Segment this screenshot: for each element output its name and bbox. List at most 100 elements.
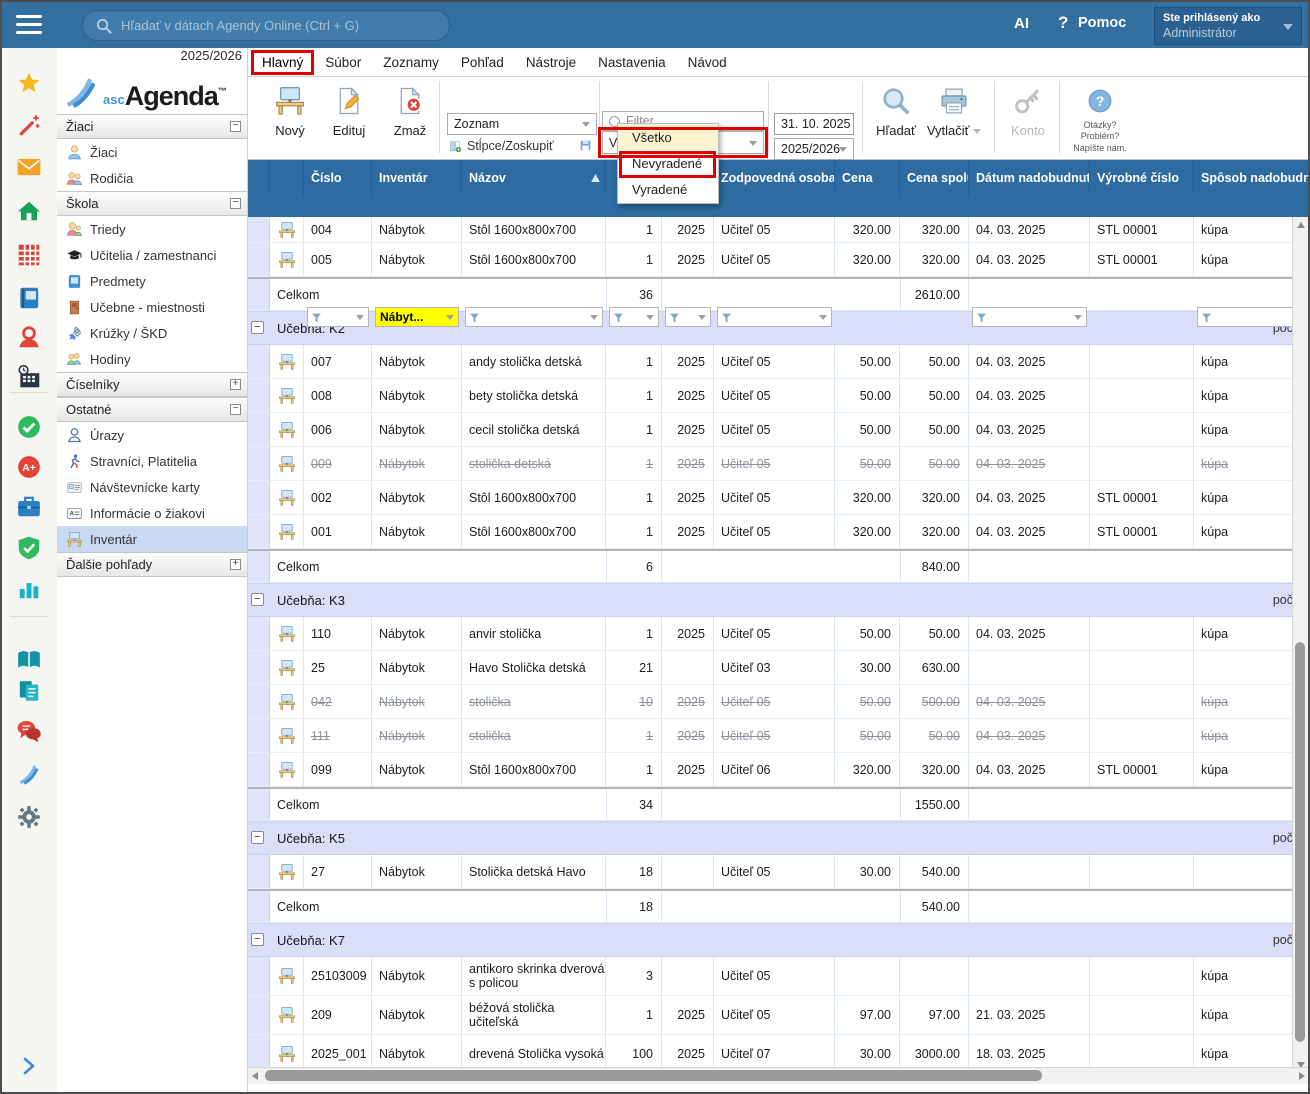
scroll-up-button[interactable] bbox=[1293, 217, 1308, 232]
sidebar-section-Ďalšie pohľady[interactable]: Ďalšie pohľady+ bbox=[57, 552, 247, 577]
sidebar-item-Krúžky / ŠKD[interactable]: Krúžky / ŠKD bbox=[57, 320, 247, 346]
star-icon[interactable] bbox=[16, 70, 43, 97]
columns-group-button[interactable]: Stĺpce/Zoskupiť bbox=[449, 139, 554, 153]
collapse-group-icon[interactable]: − bbox=[251, 321, 264, 334]
sidebar-item-Stravníci, Platitelia[interactable]: Stravníci, Platitelia bbox=[57, 448, 247, 474]
menu-Nástroje[interactable]: Nástroje bbox=[515, 51, 587, 74]
global-search-input[interactable]: Hľadať v dátach Agendy Online (Ctrl + G) bbox=[82, 10, 450, 41]
sidebar-section-Škola[interactable]: Škola− bbox=[57, 191, 247, 216]
sidebar-item-Triedy[interactable]: Triedy bbox=[57, 216, 247, 242]
filter-datum[interactable] bbox=[972, 307, 1087, 327]
help-question-icon[interactable]: ? bbox=[1058, 13, 1068, 33]
expand-box-icon[interactable]: + bbox=[230, 559, 241, 570]
column-header-sposob[interactable]: Spôsob nadobudnutia bbox=[1194, 160, 1309, 195]
year-select[interactable]: 2025/2026 bbox=[774, 138, 854, 160]
column-header-spolu[interactable]: Cena spolu bbox=[900, 160, 969, 195]
pages-icon[interactable] bbox=[16, 678, 43, 705]
menu-Zoznamy[interactable]: Zoznamy bbox=[372, 51, 450, 74]
help-button[interactable]: Pomoc bbox=[1078, 15, 1126, 31]
table-row[interactable]: 005NábytokStôl 1600x800x70012025Učiteľ 0… bbox=[247, 243, 1309, 277]
table-row[interactable]: 006Nábytokcecil stolička detská12025Učit… bbox=[247, 413, 1309, 447]
vertical-scrollbar[interactable] bbox=[1292, 217, 1308, 1072]
expand-box-icon[interactable]: + bbox=[230, 379, 241, 390]
filter-inventar[interactable]: Nábyt... bbox=[375, 307, 459, 327]
filter-sposob[interactable] bbox=[1197, 307, 1306, 327]
collapse-group-icon[interactable]: − bbox=[251, 593, 264, 606]
vertical-scroll-thumb[interactable] bbox=[1295, 642, 1305, 1042]
shield-icon[interactable] bbox=[16, 535, 43, 562]
sidebar-item-Rodičia[interactable]: Rodičia bbox=[57, 165, 247, 191]
table-row[interactable]: 110Nábytokanvir stolička12025Učiteľ 0550… bbox=[247, 617, 1309, 651]
table-row[interactable]: 099NábytokStôl 1600x800x70012025Učiteľ 0… bbox=[247, 753, 1309, 787]
mail-icon[interactable] bbox=[16, 154, 43, 181]
chat-icon[interactable] bbox=[16, 718, 43, 745]
column-header-cena[interactable]: Cena bbox=[835, 160, 900, 195]
column-header-cislo[interactable]: Číslo bbox=[304, 160, 372, 195]
collapse-box-icon[interactable]: − bbox=[230, 198, 241, 209]
gear-icon[interactable] bbox=[16, 804, 43, 831]
sidebar-item-Úrazy[interactable]: Úrazy bbox=[57, 422, 247, 448]
new-button[interactable]: Nový bbox=[261, 84, 319, 138]
table-row[interactable]: 042Nábytokstolička102025Učiteľ 0550.0050… bbox=[247, 685, 1309, 719]
table-row[interactable]: 25103009Nábytokantikoro skrinka dverová … bbox=[247, 957, 1309, 996]
table-row[interactable]: 008Nábytokbety stolička detská12025Učite… bbox=[247, 379, 1309, 413]
sidebar-item-Žiaci[interactable]: Žiaci bbox=[57, 139, 247, 165]
edit-button[interactable]: Edituj bbox=[320, 84, 378, 138]
timetable-icon[interactable] bbox=[16, 242, 43, 269]
table-row[interactable]: 111Nábytokstolička12025Učiteľ 0550.0050.… bbox=[247, 719, 1309, 753]
group-row[interactable]: −Učebňa: K3poč bbox=[247, 583, 1309, 617]
dropdown-option-Nevyradené[interactable]: Nevyradené bbox=[618, 150, 718, 176]
filter-rok[interactable] bbox=[665, 307, 711, 327]
table-row[interactable]: 004NábytokStôl 1600x800x70012025Učiteľ 0… bbox=[247, 217, 1309, 243]
account-button[interactable]: Konto bbox=[999, 84, 1057, 138]
sidebar-item-Učebne - miestnosti[interactable]: Učebne - miestnosti bbox=[57, 294, 247, 320]
filter-cislo[interactable] bbox=[307, 307, 369, 327]
dropdown-option-Všetko[interactable]: Všetko bbox=[618, 124, 718, 150]
table-row[interactable]: 27NábytokStolička detská Havo18Učiteľ 05… bbox=[247, 855, 1309, 889]
horizontal-scroll-thumb[interactable] bbox=[265, 1070, 1042, 1081]
column-header-osoba[interactable]: Zodpovedná osoba bbox=[714, 160, 835, 195]
pen-icon[interactable] bbox=[16, 760, 43, 787]
logged-in-user-dropdown[interactable]: Ste prihlásený ako Administrátor bbox=[1154, 7, 1302, 45]
view-select[interactable]: Zoznam bbox=[447, 113, 597, 135]
sidebar-section-Žiaci[interactable]: Žiaci− bbox=[57, 114, 247, 139]
person-icon[interactable] bbox=[16, 324, 43, 351]
sidebar-item-Informácie o žiakovi[interactable]: AInformácie o žiakovi bbox=[57, 500, 247, 526]
column-header-datum[interactable]: Dátum nadobudnutia bbox=[969, 160, 1090, 195]
table-row[interactable]: 209Nábytokbéžová stolička učiteľská12025… bbox=[247, 996, 1309, 1035]
bar-chart-icon[interactable] bbox=[16, 576, 43, 603]
calendar-clock-icon[interactable] bbox=[16, 364, 43, 391]
collapse-group-icon[interactable]: − bbox=[251, 933, 264, 946]
ai-button[interactable]: AI bbox=[1014, 15, 1029, 32]
collapse-group-icon[interactable]: − bbox=[251, 831, 264, 844]
horizontal-scrollbar[interactable] bbox=[247, 1067, 1309, 1084]
dropdown-option-Vyradené[interactable]: Vyradené bbox=[618, 176, 718, 202]
column-header-nazov[interactable]: Názov bbox=[462, 160, 606, 195]
table-row[interactable]: 002NábytokStôl 1600x800x70012025Učiteľ 0… bbox=[247, 481, 1309, 515]
scroll-left-button[interactable] bbox=[247, 1068, 262, 1083]
menu-Návod[interactable]: Návod bbox=[677, 51, 738, 74]
group-row[interactable]: −Učebňa: K5poč bbox=[247, 821, 1309, 855]
menu-Pohľad[interactable]: Pohľad bbox=[450, 51, 515, 74]
scroll-right-button[interactable] bbox=[1294, 1068, 1309, 1083]
column-header-icon[interactable] bbox=[270, 160, 304, 195]
sidebar-item-Predmety[interactable]: Predmety bbox=[57, 268, 247, 294]
column-header-inventar[interactable]: Inventár bbox=[372, 160, 462, 195]
sidebar-item-Učitelia / zamestnanci[interactable]: Učitelia / zamestnanci bbox=[57, 242, 247, 268]
sidebar-item-Inventár[interactable]: Inventár bbox=[57, 526, 247, 552]
home-icon[interactable] bbox=[16, 198, 43, 225]
table-row[interactable]: 25NábytokHavo Stolička detská21Učiteľ 03… bbox=[247, 651, 1309, 685]
save-icon[interactable] bbox=[579, 139, 592, 152]
filter-nazov[interactable] bbox=[465, 307, 603, 327]
print-button[interactable]: Vytlačiť bbox=[925, 84, 983, 138]
table-row[interactable]: 009Nábytokstolička detská12025Učiteľ 055… bbox=[247, 447, 1309, 481]
sidebar-section-Číselníky[interactable]: Číselníky+ bbox=[57, 372, 247, 397]
menu-Nastavenia[interactable]: Nastavenia bbox=[587, 51, 677, 74]
menu-Hlavný[interactable]: Hlavný bbox=[251, 50, 314, 75]
search-button[interactable]: Hľadať bbox=[867, 84, 925, 138]
library-icon[interactable] bbox=[16, 647, 43, 674]
hamburger-menu-icon[interactable] bbox=[16, 15, 42, 35]
delete-button[interactable]: Zmaž bbox=[381, 84, 439, 138]
check-circle-icon[interactable] bbox=[16, 414, 43, 441]
filter-osoba[interactable] bbox=[717, 307, 832, 327]
